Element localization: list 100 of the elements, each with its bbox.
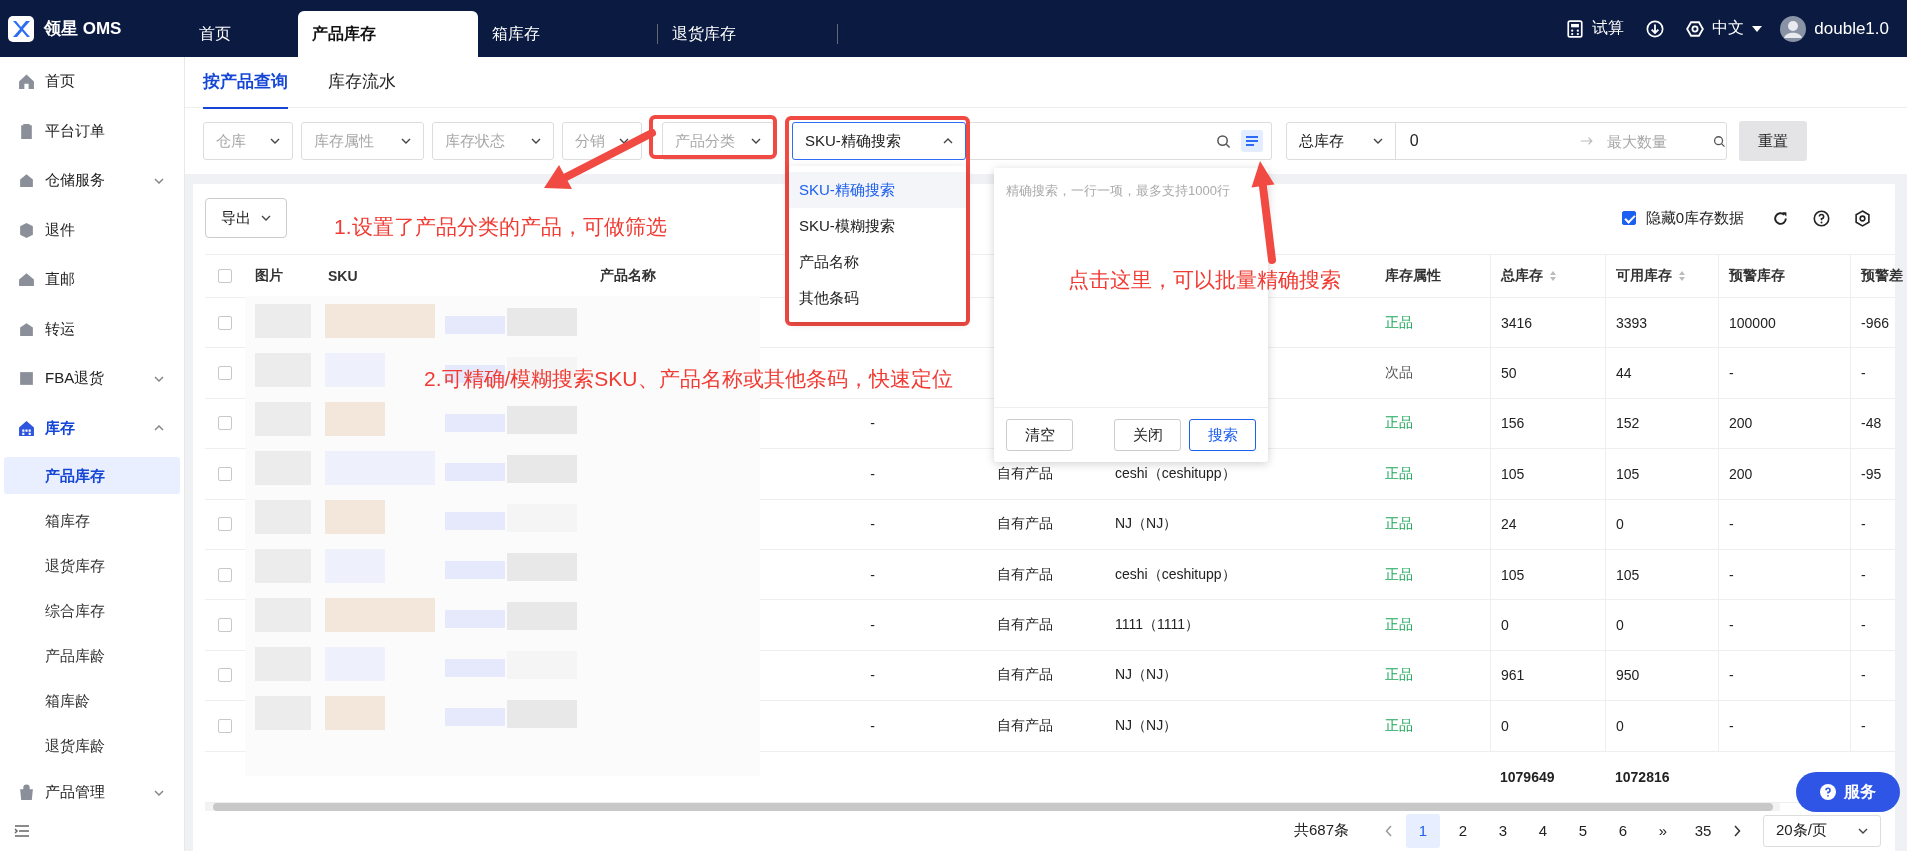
- chevron-icon: [531, 138, 541, 144]
- table-cell: 自有产品: [997, 616, 1053, 635]
- export-button[interactable]: 导出: [205, 198, 287, 238]
- arrow-right-icon: [1579, 136, 1594, 146]
- dropdown-option[interactable]: 其他条码: [789, 280, 966, 316]
- calculator-icon[interactable]: [1566, 19, 1585, 38]
- table-cell: 200: [1729, 415, 1753, 432]
- view-tab[interactable]: 按产品查询: [203, 57, 288, 109]
- page-button[interactable]: 3: [1486, 813, 1520, 848]
- page-button[interactable]: 2: [1446, 813, 1480, 848]
- search-icon[interactable]: [1216, 133, 1231, 149]
- collapse-icon[interactable]: [14, 823, 30, 838]
- prev-page-icon[interactable]: [1385, 824, 1393, 837]
- max-field[interactable]: 最大数量: [1593, 131, 1700, 151]
- checkbox[interactable]: [218, 315, 232, 330]
- bag-icon: [18, 784, 35, 802]
- home-icon: [18, 73, 35, 91]
- page-tab[interactable]: 退货库存: [658, 11, 838, 57]
- refresh-icon[interactable]: [1772, 209, 1789, 227]
- search-icon[interactable]: [1713, 133, 1726, 149]
- sidebar-item[interactable]: 库存: [0, 403, 184, 453]
- min-field[interactable]: 0: [1395, 131, 1562, 151]
- settings-icon[interactable]: [1854, 209, 1871, 227]
- list-icon[interactable]: [1241, 130, 1263, 152]
- sidebar-item[interactable]: 退件: [0, 205, 184, 255]
- sidebar-item[interactable]: 直邮: [0, 255, 184, 305]
- column-header: 预警差: [1861, 267, 1903, 285]
- house-icon: [18, 271, 35, 289]
- table-cell: -: [1729, 617, 1734, 634]
- page-button[interactable]: 5: [1566, 813, 1600, 848]
- sidebar-item[interactable]: 产品管理: [0, 768, 184, 818]
- user-name[interactable]: double1.0: [1814, 18, 1889, 39]
- sidebar-subitem[interactable]: 产品库龄: [4, 637, 180, 674]
- checkbox[interactable]: [218, 718, 232, 733]
- sidebar-subitem[interactable]: 退货库龄: [4, 727, 180, 764]
- checkbox[interactable]: [218, 517, 232, 532]
- popover-button[interactable]: 搜索: [1189, 419, 1256, 451]
- table-cell: 105: [1616, 566, 1640, 583]
- service-button[interactable]: 服务: [1796, 772, 1900, 812]
- sort-icon[interactable]: [1549, 270, 1557, 282]
- sidebar-subitem[interactable]: 综合库存: [4, 592, 180, 629]
- table-cell: 自有产品: [997, 565, 1053, 584]
- page-button[interactable]: 1: [1406, 813, 1440, 848]
- stock-attribute: 正品: [1385, 464, 1413, 483]
- sidebar-subitem[interactable]: 箱库龄: [4, 682, 180, 719]
- checkbox[interactable]: [218, 567, 232, 582]
- checkbox[interactable]: [218, 366, 232, 381]
- page-tab[interactable]: 箱库存: [478, 11, 658, 57]
- dropdown-option[interactable]: SKU-精确搜索: [789, 172, 966, 208]
- page-size-select[interactable]: 20条/页: [1763, 814, 1881, 847]
- checkbox[interactable]: [218, 269, 232, 283]
- sidebar-subitem[interactable]: 产品库存: [4, 457, 180, 494]
- trial-link[interactable]: 试算: [1592, 18, 1625, 39]
- table-cell: 152: [1616, 415, 1640, 432]
- sort-icon[interactable]: [1678, 270, 1686, 282]
- checkbox[interactable]: [218, 466, 232, 481]
- download-icon[interactable]: [1646, 19, 1665, 38]
- search-type-select[interactable]: SKU-精确搜索: [792, 122, 966, 160]
- chevron-icon: [751, 138, 761, 144]
- sidebar-item[interactable]: FBA退货: [0, 354, 184, 404]
- table-cell: 44: [1616, 365, 1632, 382]
- table-cell: 自有产品: [997, 515, 1053, 534]
- help-icon[interactable]: [1813, 209, 1830, 227]
- sidebar-item[interactable]: 首页: [0, 57, 184, 107]
- page-tab[interactable]: 产品库存: [298, 11, 478, 57]
- table-cell: 自有产品: [997, 666, 1053, 685]
- checkbox[interactable]: [218, 618, 232, 633]
- table-cell: -: [1729, 667, 1734, 684]
- page-button[interactable]: 4: [1526, 813, 1560, 848]
- table-cell: -: [1729, 566, 1734, 583]
- page-button[interactable]: 35: [1686, 813, 1720, 848]
- checkbox[interactable]: [1621, 211, 1636, 225]
- total-count: 共687条: [1293, 821, 1349, 840]
- dropdown-option[interactable]: 产品名称: [789, 244, 966, 280]
- popover-button[interactable]: 关闭: [1114, 419, 1181, 451]
- dropdown-option[interactable]: SKU-模糊搜索: [789, 208, 966, 244]
- checkbox[interactable]: [218, 416, 232, 431]
- sidebar-item[interactable]: 转运: [0, 304, 184, 354]
- reset-button[interactable]: 重置: [1739, 121, 1807, 161]
- view-tab[interactable]: 库存流水: [328, 57, 396, 107]
- language-select[interactable]: 中文: [1712, 18, 1745, 39]
- page-button[interactable]: »: [1646, 813, 1680, 848]
- table-cell: 自有产品: [997, 716, 1053, 735]
- avatar-icon[interactable]: [1780, 15, 1807, 42]
- sidebar-item[interactable]: 仓储服务: [0, 156, 184, 206]
- range-type-select[interactable]: 总库存: [1287, 123, 1396, 159]
- table-cell: 0: [1616, 516, 1624, 533]
- chevron-icon: [270, 138, 280, 144]
- sidebar-item[interactable]: 平台订单: [0, 106, 184, 156]
- table-cell: -: [1861, 566, 1866, 583]
- table-cell: -95: [1861, 465, 1882, 482]
- table-cell: 961: [1501, 667, 1525, 684]
- page-button[interactable]: 6: [1606, 813, 1640, 848]
- scrollbar[interactable]: [205, 802, 1780, 811]
- next-page-icon[interactable]: [1733, 824, 1741, 837]
- popover-button[interactable]: 清空: [1006, 419, 1073, 451]
- sidebar-subitem[interactable]: 箱库存: [4, 502, 180, 539]
- page-tab[interactable]: 首页: [185, 11, 298, 57]
- sidebar-subitem[interactable]: 退货库存: [4, 547, 180, 584]
- checkbox[interactable]: [218, 668, 232, 683]
